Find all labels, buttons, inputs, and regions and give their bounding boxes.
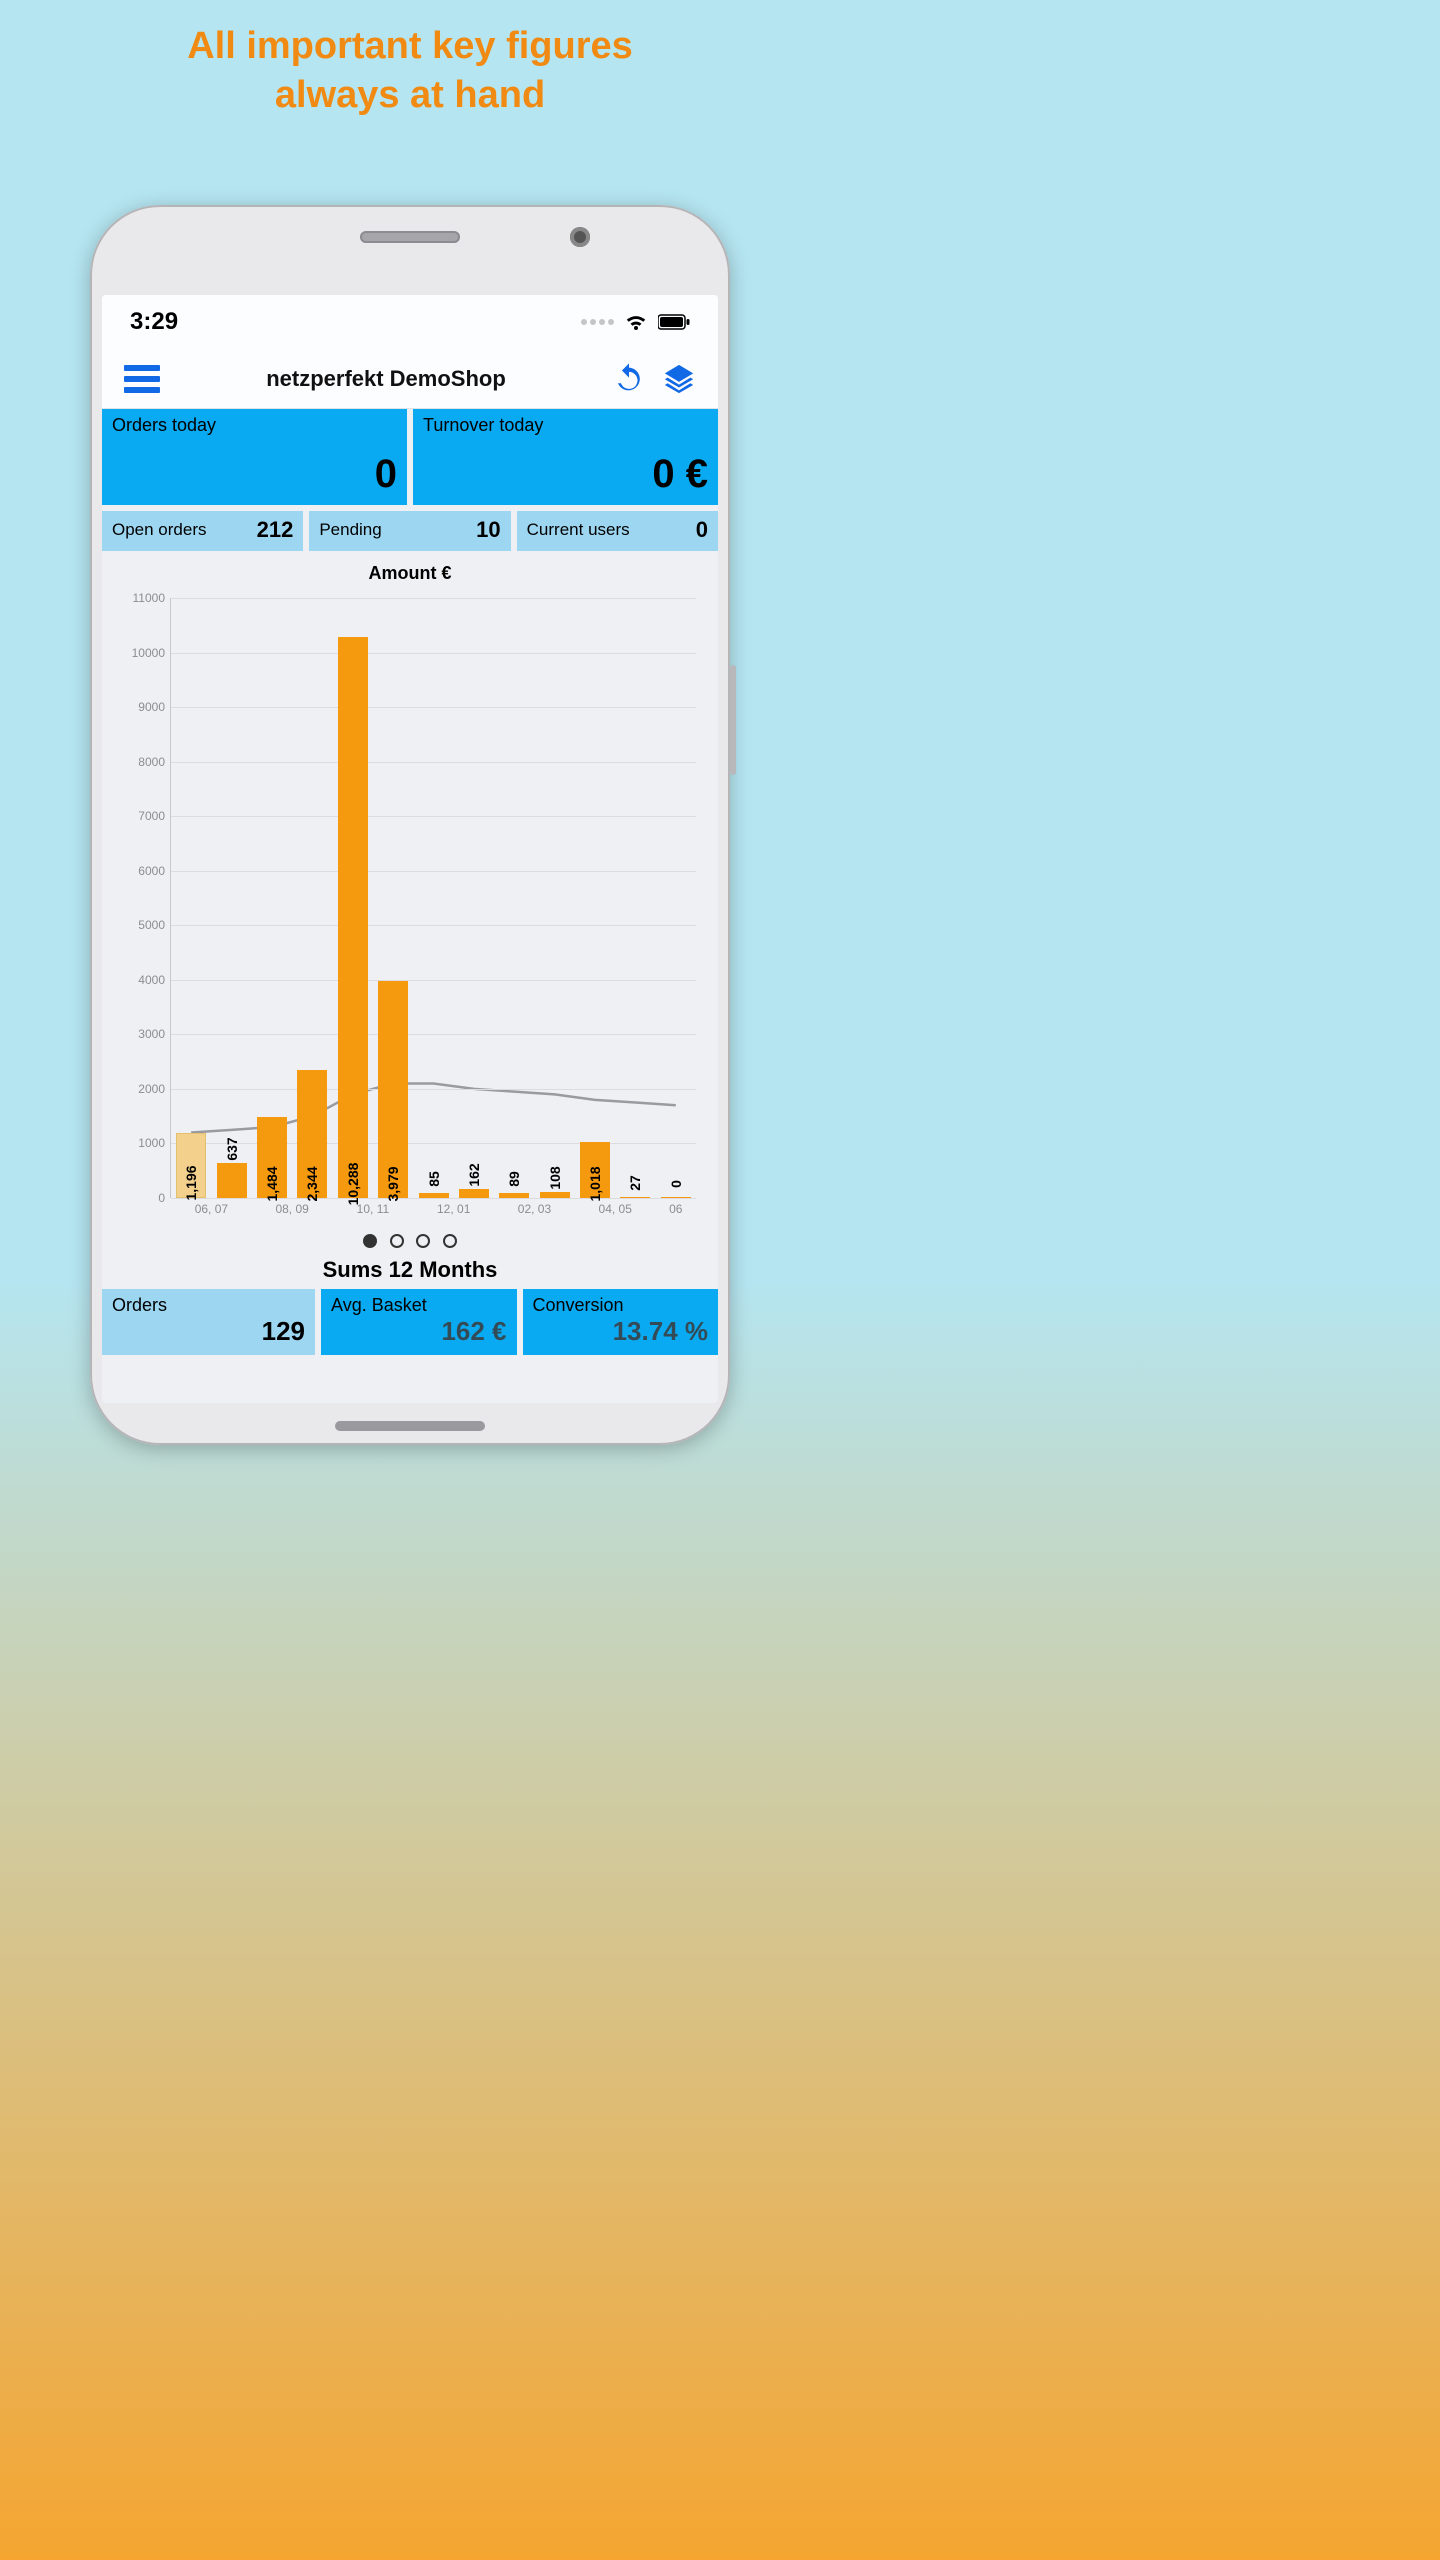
marketing-headline: All important key figures always at hand: [0, 0, 820, 121]
y-tick: 1000: [138, 1136, 171, 1150]
dot-1[interactable]: [390, 1234, 404, 1248]
bar-value-label: 0: [668, 1180, 684, 1188]
bar-value-label: 10,288: [345, 1163, 361, 1206]
bar-10[interactable]: 10,288: [338, 637, 368, 1198]
bar-value-label: 1,018: [587, 1166, 603, 1201]
bar-value-label: 27: [627, 1175, 643, 1191]
tile-open-orders[interactable]: Open orders 212: [102, 511, 303, 551]
bar-06[interactable]: 0: [661, 1197, 691, 1198]
tile-sums-conversion[interactable]: Conversion 13.74 %: [523, 1289, 718, 1355]
phone-speaker: [360, 231, 460, 243]
y-tick: 0: [158, 1191, 171, 1205]
bar-value-label: 89: [506, 1171, 522, 1187]
tile-label: Orders today: [112, 415, 397, 436]
tile-value: 0 €: [423, 452, 708, 497]
tile-value: 0: [696, 517, 708, 543]
bar-06[interactable]: 1,196: [176, 1133, 206, 1198]
tile-sums-orders[interactable]: Orders 129: [102, 1289, 315, 1355]
tile-value: 10: [476, 517, 500, 543]
bar-value-label: 162: [466, 1163, 482, 1186]
bar-04[interactable]: 1,018: [580, 1142, 610, 1198]
tile-pending[interactable]: Pending 10: [309, 511, 510, 551]
tile-label: Current users: [527, 520, 696, 540]
battery-icon: [658, 314, 690, 330]
layers-icon[interactable]: [662, 362, 696, 396]
chart-canvas[interactable]: 0 1000 2000 3000 4000 5000 6000 7000 8000 9000 100…: [114, 588, 706, 1228]
y-tick: 3000: [138, 1027, 171, 1041]
bar-value-label: 2,344: [304, 1166, 320, 1201]
tile-label: Orders: [112, 1295, 305, 1316]
sums-title: Sums 12 Months: [114, 1257, 706, 1283]
chart-section: Amount € 0 1000 2000 3000 4000 5000 6000 7000 80…: [102, 551, 718, 1283]
y-tick: 4000: [138, 973, 171, 987]
y-tick: 7000: [138, 809, 171, 823]
tile-current-users[interactable]: Current users 0: [517, 511, 718, 551]
bar-value-label: 108: [547, 1166, 563, 1189]
bar-11[interactable]: 3,979: [378, 981, 408, 1198]
x-tick: 12, 01: [437, 1198, 470, 1216]
bar-value-label: 85: [426, 1172, 442, 1188]
tile-value: 129: [112, 1316, 305, 1347]
tile-value: 13.74 %: [533, 1316, 708, 1347]
y-tick: 5000: [138, 918, 171, 932]
app-screen: 3:29 netzperfekt DemoShop: [102, 295, 718, 1403]
kpi-small-row: Open orders 212 Pending 10 Current users…: [102, 511, 718, 551]
dot-2[interactable]: [416, 1234, 430, 1248]
tile-value: 162 €: [331, 1316, 506, 1347]
bar-value-label: 1,196: [183, 1165, 199, 1200]
tile-label: Open orders: [112, 520, 257, 540]
kpi-today-row: Orders today 0 Turnover today 0 €: [102, 409, 718, 505]
bar-03[interactable]: 108: [540, 1192, 570, 1198]
pagination-dots[interactable]: [114, 1234, 706, 1253]
bar-09[interactable]: 2,344: [297, 1070, 327, 1198]
bar-07[interactable]: 637: [217, 1163, 247, 1198]
trend-line: [171, 598, 696, 1198]
bar-02[interactable]: 89: [499, 1193, 529, 1198]
tile-value: 212: [257, 517, 294, 543]
status-bar: 3:29: [102, 295, 718, 349]
refresh-icon[interactable]: [612, 362, 646, 396]
bar-01[interactable]: 162: [459, 1189, 489, 1198]
tile-label: Conversion: [533, 1295, 708, 1316]
y-tick: 2000: [138, 1082, 171, 1096]
tile-label: Turnover today: [423, 415, 708, 436]
tile-turnover-today[interactable]: Turnover today 0 €: [413, 409, 718, 505]
cellular-icon: [581, 319, 614, 325]
y-tick: 11000: [133, 591, 171, 605]
phone-front-camera: [570, 227, 590, 247]
x-tick: 06: [669, 1198, 682, 1216]
tile-sums-basket[interactable]: Avg. Basket 162 €: [321, 1289, 516, 1355]
sums-tiles: Orders 129 Avg. Basket 162 € Conversion …: [102, 1289, 718, 1355]
x-tick: 06, 07: [195, 1198, 228, 1216]
tile-value: 0: [112, 452, 397, 497]
bar-value-label: 1,484: [264, 1166, 280, 1201]
bar-08[interactable]: 1,484: [257, 1117, 287, 1198]
menu-icon[interactable]: [124, 365, 160, 393]
chart-title: Amount €: [114, 563, 706, 584]
y-tick: 9000: [138, 700, 171, 714]
dot-0[interactable]: [363, 1234, 377, 1248]
tile-label: Avg. Basket: [331, 1295, 506, 1316]
headline-line-1: All important key figures: [187, 25, 633, 67]
x-tick: 04, 05: [599, 1198, 632, 1216]
tile-orders-today[interactable]: Orders today 0: [102, 409, 407, 505]
y-tick: 8000: [138, 755, 171, 769]
y-tick: 6000: [138, 864, 171, 878]
headline-line-2: always at hand: [275, 74, 545, 116]
y-tick: 10000: [132, 646, 171, 660]
bar-value-label: 3,979: [385, 1166, 401, 1201]
phone-home-bar: [335, 1421, 485, 1431]
wifi-icon: [624, 312, 648, 332]
x-tick: 02, 03: [518, 1198, 551, 1216]
dot-3[interactable]: [443, 1234, 457, 1248]
app-header: netzperfekt DemoShop: [102, 349, 718, 409]
tile-label: Pending: [319, 520, 476, 540]
bar-05[interactable]: 27: [620, 1197, 650, 1198]
bar-value-label: 637: [224, 1138, 240, 1161]
status-time: 3:29: [130, 308, 178, 336]
phone-mockup: 3:29 netzperfekt DemoShop: [90, 205, 730, 1445]
bar-12[interactable]: 85: [419, 1193, 449, 1198]
app-title: netzperfekt DemoShop: [176, 366, 596, 392]
status-icons: [581, 312, 690, 332]
